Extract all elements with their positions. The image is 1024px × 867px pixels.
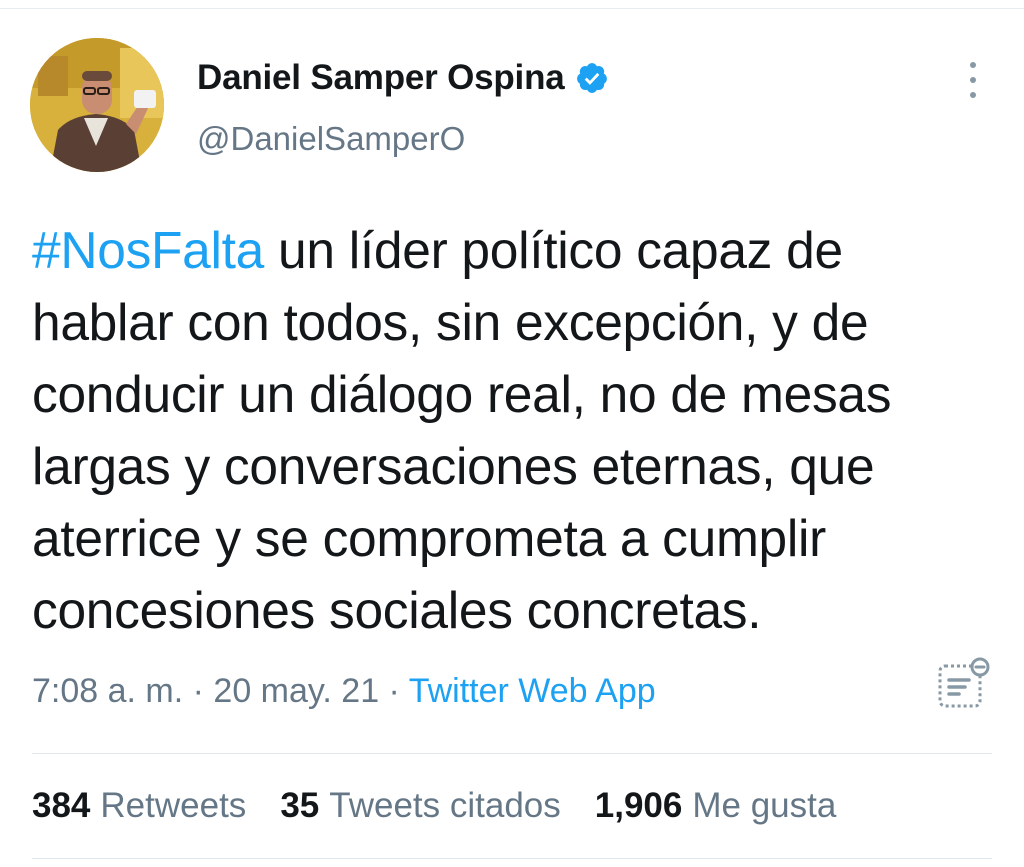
tweet-source-link[interactable]: Twitter Web App bbox=[409, 672, 656, 710]
likes-count: 1,906 bbox=[594, 786, 683, 825]
tweet-text-line5: aterrice y se comprometa a cumplir bbox=[32, 509, 827, 567]
tweet-stats: 384 Retweets 35 Tweets citados 1,906 Me gus… bbox=[32, 786, 836, 826]
tweet-text-line2: hablar con todos, sin excepción, y de bbox=[32, 293, 869, 351]
more-vertical-icon bbox=[970, 62, 976, 68]
avatar[interactable] bbox=[30, 38, 164, 172]
author-handle[interactable]: @DanielSamperO bbox=[197, 120, 465, 158]
retweets-label: Retweets bbox=[100, 786, 247, 825]
tweet-time[interactable]: 7:08 a. m. bbox=[32, 672, 183, 710]
tweet-analytics-icon[interactable] bbox=[935, 656, 991, 712]
meta-separator: · bbox=[379, 672, 409, 710]
meta-separator: · bbox=[183, 672, 214, 710]
tweet-text-line6: concesiones sociales concretas. bbox=[32, 581, 762, 639]
top-divider bbox=[0, 8, 1024, 9]
author-name-row: Daniel Samper Ospina bbox=[197, 58, 609, 98]
verified-badge-icon bbox=[576, 63, 607, 93]
tweet-text-line4: largas y conversaciones eternas, que bbox=[32, 437, 875, 495]
retweets-stat[interactable]: 384 Retweets bbox=[32, 786, 246, 826]
quote-tweets-count: 35 bbox=[280, 786, 320, 825]
tweet-meta: 7:08 a. m. · 20 may. 21 · Twitter Web Ap… bbox=[32, 672, 656, 711]
author-display-name[interactable]: Daniel Samper Ospina bbox=[197, 58, 565, 98]
tweet-text-line1: un líder político capaz de bbox=[264, 221, 843, 279]
hashtag-link[interactable]: #NosFalta bbox=[32, 221, 264, 279]
tweet-text: #NosFalta un líder político capaz de hab… bbox=[32, 214, 1002, 646]
quote-tweets-label: Tweets citados bbox=[329, 786, 561, 825]
stats-divider-bottom bbox=[32, 858, 992, 859]
more-options-button[interactable] bbox=[958, 62, 988, 98]
retweets-count: 384 bbox=[32, 786, 91, 825]
tweet-text-line3: conducir un diálogo real, no de mesas bbox=[32, 365, 892, 423]
avatar-image bbox=[30, 38, 164, 172]
quote-tweets-stat[interactable]: 35 Tweets citados bbox=[280, 786, 560, 826]
likes-stat[interactable]: 1,906 Me gusta bbox=[595, 786, 837, 826]
stats-divider-top bbox=[32, 753, 992, 754]
tweet-date[interactable]: 20 may. 21 bbox=[213, 672, 379, 710]
likes-label: Me gusta bbox=[692, 786, 837, 825]
